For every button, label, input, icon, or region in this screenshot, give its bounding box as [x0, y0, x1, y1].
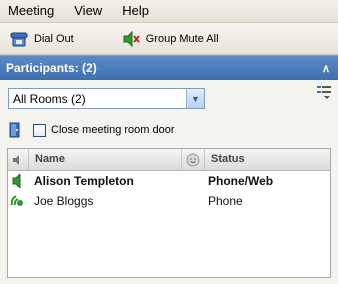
name-column-header[interactable]: Name — [28, 149, 181, 170]
menu-meeting[interactable]: Meeting — [0, 0, 64, 22]
table-row[interactable]: Joe Bloggs Phone — [8, 191, 330, 211]
door-row: Close meeting room door — [8, 122, 175, 138]
toolbar: Dial Out Group Mute All — [0, 23, 338, 55]
chevron-down-icon[interactable]: ▼ — [186, 89, 204, 108]
speaker-icon — [8, 174, 28, 188]
mute-speaker-icon — [123, 30, 140, 47]
table-row[interactable]: Alison Templeton Phone/Web — [8, 171, 330, 191]
participants-header: Participants: (2) ∧​ — [0, 55, 338, 80]
menu-bar: Meeting View Help — [0, 0, 338, 23]
group-mute-button[interactable]: Group Mute All — [122, 23, 219, 54]
status-column-header[interactable]: Status — [204, 149, 330, 170]
talking-icon — [8, 193, 28, 209]
rooms-select-value: All Rooms (2) — [13, 91, 86, 106]
list-options-icon[interactable] — [315, 83, 333, 101]
dial-out-label: Dial Out — [34, 32, 74, 45]
dial-out-button[interactable]: Dial Out — [10, 23, 74, 54]
group-mute-label: Group Mute All — [145, 32, 219, 45]
smiley-icon[interactable] — [181, 149, 204, 170]
door-icon — [9, 122, 20, 138]
participants-title: Participants: (2) — [6, 61, 97, 75]
menu-help[interactable]: Help — [112, 0, 159, 22]
header-speaker-icon[interactable] — [8, 154, 28, 166]
close-door-label: Close meeting room door — [51, 124, 175, 136]
participants-panel: All Rooms (2) ▼ Close meeting room door … — [0, 80, 338, 284]
collapse-icon[interactable]: ∧​ — [322, 62, 330, 75]
rooms-select[interactable]: All Rooms (2) ▼ — [8, 88, 205, 109]
participant-name: Joe Bloggs — [34, 194, 94, 208]
participants-grid: Name Status Alison Templeton Phone/Web J… — [7, 148, 331, 278]
participant-status: Phone/Web — [208, 174, 274, 188]
participant-name: Alison Templeton — [34, 174, 134, 188]
menu-view[interactable]: View — [64, 0, 112, 22]
close-door-checkbox[interactable] — [33, 123, 46, 137]
phone-icon — [10, 32, 28, 46]
grid-header: Name Status — [8, 149, 330, 171]
participant-status: Phone — [208, 194, 243, 208]
